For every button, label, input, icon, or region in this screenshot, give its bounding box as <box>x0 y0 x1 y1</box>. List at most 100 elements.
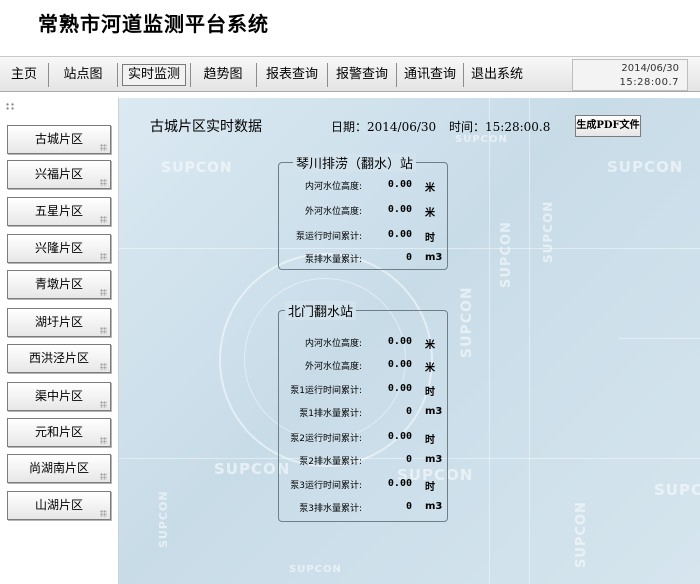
row-unit: 时 <box>425 435 435 446</box>
row-label: 泵运行时间累计: <box>295 232 362 242</box>
row-unit: 时 <box>425 387 435 398</box>
row-value: 0.00 <box>387 359 412 370</box>
menu-separator <box>117 63 118 87</box>
sidebar-item-huwei[interactable]: 湖圩片区 <box>7 308 111 337</box>
menu-comm-query[interactable]: 通讯查询 <box>398 64 462 86</box>
sidebar-item-label: 兴福片区 <box>34 167 83 181</box>
resize-grip-icon <box>100 510 107 517</box>
generate-pdf-button[interactable]: 生成PDF文件 <box>575 115 641 137</box>
menu-realtime-monitor[interactable]: 实时监测 <box>122 64 186 86</box>
row-value: 0 <box>405 501 412 512</box>
row-value: 0.00 <box>387 478 412 489</box>
row-value: 0 <box>405 454 412 465</box>
menu-report-query[interactable]: 报表查询 <box>260 64 324 86</box>
row-unit: 米 <box>425 340 435 351</box>
row-value: 0.00 <box>387 229 412 240</box>
sidebar-item-xinglong[interactable]: 兴隆片区 <box>7 234 111 263</box>
station-panel-beimen: 北门翻水站 内河水位高度: 0.00 米 外河水位高度: 0.00 米 泵1运行… <box>278 301 448 522</box>
resize-grip-icon <box>100 327 107 334</box>
supcon-watermark: SUPCON <box>654 481 700 499</box>
row-value: 0.00 <box>387 336 412 347</box>
menu-separator <box>48 63 49 87</box>
menu-separator <box>463 63 464 87</box>
supcon-watermark: SUPCON <box>289 564 342 575</box>
sidebar-item-shanghunan[interactable]: 尚湖南片区 <box>7 454 111 483</box>
row-unit: 米 <box>425 363 435 374</box>
row-label: 泵1排水量累计: <box>299 409 362 419</box>
station-panel-qinchuan: 琴川排涝（翻水）站 内河水位高度: 0.00 米 外河水位高度: 0.00 米 … <box>278 153 448 270</box>
date-label: 日期：2014/06/30 <box>331 120 437 134</box>
resize-grip-icon <box>100 473 107 480</box>
row-label: 外河水位高度: <box>304 362 362 372</box>
resize-grip-icon <box>100 437 107 444</box>
menu-exit-system[interactable]: 退出系统 <box>466 64 528 86</box>
sidebar-item-label: 湖圩片区 <box>34 315 83 329</box>
sidebar-item-label: 古城片区 <box>34 132 83 146</box>
sidebar-item-label: 五星片区 <box>34 204 83 218</box>
sidebar-item-xihongjing[interactable]: 西洪泾片区 <box>7 344 111 373</box>
clock-time: 15:28:00.7 <box>619 77 679 88</box>
row-unit: m3 <box>425 454 443 465</box>
menu-separator <box>396 63 397 87</box>
resize-grip-icon <box>100 216 107 223</box>
row-value: 0.00 <box>387 383 412 394</box>
menu-trend-chart[interactable]: 趋势图 <box>196 64 250 86</box>
menu-bar: 主页 站点图 实时监测 趋势图 报表查询 报警查询 通讯查询 退出系统 2014… <box>0 56 700 92</box>
row-label: 泵排水量累计: <box>304 255 362 265</box>
background-line <box>489 98 490 584</box>
sidebar-item-quzhong[interactable]: 渠中片区 <box>7 382 111 411</box>
area-sidebar: ∙∙ ∙∙ 古城片区 兴福片区 五星片区 兴隆片区 青墩片区 湖圩片区 西洪泾片区… <box>0 98 119 584</box>
row-unit: 米 <box>425 208 435 219</box>
sidebar-item-wuxing[interactable]: 五星片区 <box>7 197 111 226</box>
sidebar-item-label: 西洪泾片区 <box>28 351 89 365</box>
sidebar-item-yuanhe[interactable]: 元和片区 <box>7 418 111 447</box>
resize-grip-icon <box>100 253 107 260</box>
menu-home[interactable]: 主页 <box>4 64 44 86</box>
resize-grip-icon <box>100 289 107 296</box>
menu-site-map[interactable]: 站点图 <box>56 64 110 86</box>
sidebar-item-qingdun[interactable]: 青墩片区 <box>7 270 111 299</box>
sidebar-item-label: 青墩片区 <box>34 277 83 291</box>
menu-alarm-query[interactable]: 报警查询 <box>330 64 394 86</box>
supcon-watermark: SUPCON <box>157 490 170 548</box>
resize-grip-icon <box>100 179 107 186</box>
supcon-watermark: SUPCON <box>455 134 508 145</box>
resize-grip-icon <box>100 401 107 408</box>
time-label: 时间：15:28:00.8 <box>449 120 551 134</box>
clock-display: 2014/06/30 15:28:00.7 <box>572 59 688 91</box>
background-line <box>529 98 530 584</box>
row-label: 泵1运行时间累计: <box>290 386 362 396</box>
sidebar-item-label: 元和片区 <box>34 425 83 439</box>
row-value: 0.00 <box>387 204 412 215</box>
row-label: 泵2排水量累计: <box>299 457 362 467</box>
row-label: 内河水位高度: <box>304 339 362 349</box>
row-value: 0.00 <box>387 431 412 442</box>
row-unit: m3 <box>425 252 443 263</box>
resize-grip-icon <box>100 363 107 370</box>
row-unit: 时 <box>425 482 435 493</box>
row-label: 泵2运行时间累计: <box>290 434 362 444</box>
row-label: 泵3运行时间累计: <box>290 481 362 491</box>
sidebar-item-gucheng[interactable]: 古城片区 <box>7 125 111 154</box>
sidebar-item-xingfu[interactable]: 兴福片区 <box>7 160 111 189</box>
row-label: 内河水位高度: <box>304 182 362 192</box>
realtime-data-panel: SUPCON SUPCON SUPCON SUPCON SUPCON SUPCO… <box>119 98 700 584</box>
supcon-watermark: SUPCON <box>499 221 514 288</box>
menu-separator <box>327 63 328 87</box>
sidebar-item-shanhu[interactable]: 山湖片区 <box>7 491 111 520</box>
row-value: 0.00 <box>387 179 412 190</box>
station-title: 北门翻水站 <box>285 301 357 320</box>
supcon-watermark: SUPCON <box>161 160 233 176</box>
page-title: 古城片区实时数据 <box>150 119 262 135</box>
menu-separator <box>256 63 257 87</box>
supcon-watermark: SUPCON <box>541 200 555 263</box>
supcon-watermark: SUPCON <box>574 501 589 568</box>
sidebar-item-label: 山湖片区 <box>34 498 83 512</box>
clock-date: 2014/06/30 <box>621 63 679 74</box>
app-title: 常熟市河道监测平台系统 <box>38 12 269 36</box>
station-title: 琴川排涝（翻水）站 <box>293 153 417 172</box>
sidebar-item-label: 渠中片区 <box>34 389 83 403</box>
sidebar-item-label: 尚湖南片区 <box>28 461 89 475</box>
row-unit: 米 <box>425 183 435 194</box>
sidebar-item-label: 兴隆片区 <box>34 241 83 255</box>
